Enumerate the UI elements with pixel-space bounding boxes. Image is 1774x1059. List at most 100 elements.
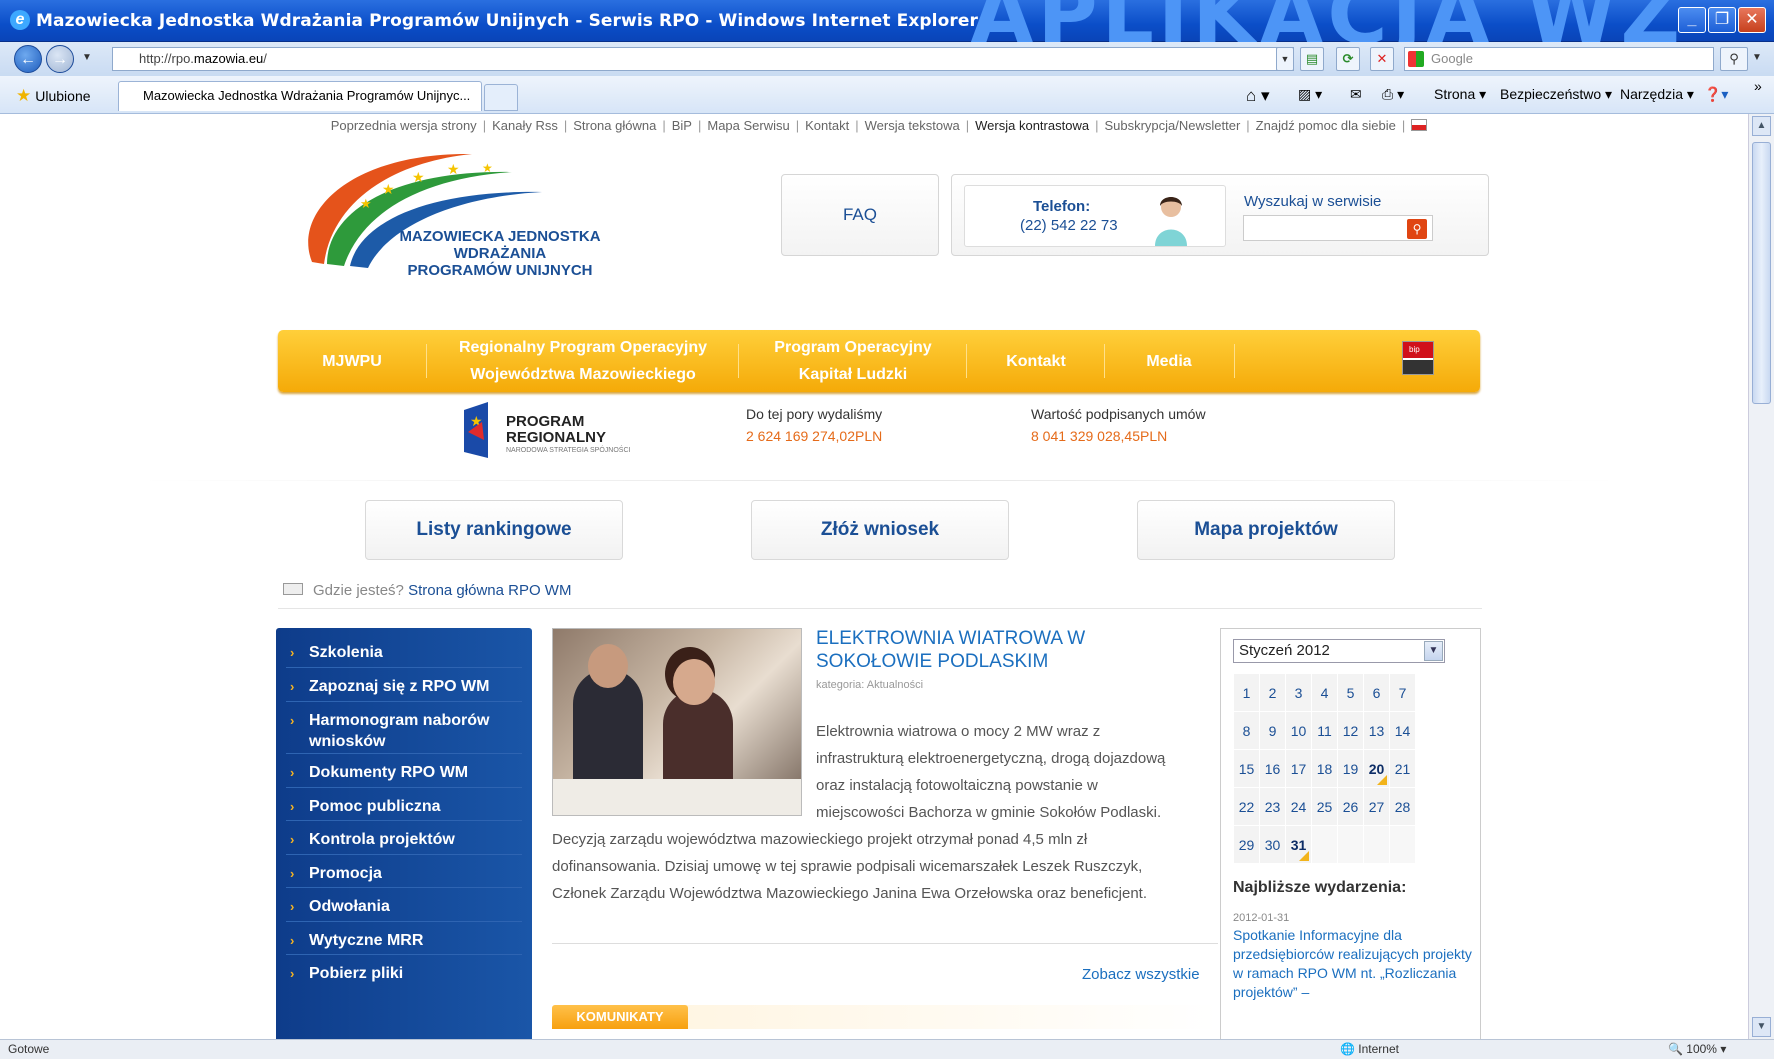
- calendar-day[interactable]: 23: [1259, 787, 1286, 826]
- top-link[interactable]: Mapa Serwisu: [707, 118, 789, 133]
- safety-menu[interactable]: Bezpieczeństwo ▾: [1500, 86, 1612, 103]
- faq-button[interactable]: FAQ: [781, 174, 939, 256]
- restore-button[interactable]: ❐: [1708, 7, 1736, 33]
- address-dropdown-icon[interactable]: ▼: [1276, 47, 1294, 71]
- mail-icon[interactable]: ✉: [1350, 86, 1362, 103]
- top-link[interactable]: BiP: [672, 118, 692, 133]
- month-select[interactable]: Styczeń 2012 ▼: [1233, 639, 1445, 663]
- site-search-input[interactable]: [1243, 215, 1433, 241]
- sidebar-item[interactable]: Pobierz pliki: [276, 963, 532, 984]
- scroll-up-icon[interactable]: ▲: [1752, 116, 1771, 136]
- stop-icon[interactable]: ✕: [1370, 47, 1394, 71]
- scroll-thumb[interactable]: [1752, 142, 1771, 404]
- calendar-day[interactable]: 24: [1285, 787, 1312, 826]
- top-link[interactable]: Subskrypcja/Newsletter: [1104, 118, 1240, 133]
- project-map-button[interactable]: Mapa projektów: [1137, 500, 1395, 560]
- calendar-day[interactable]: 6: [1363, 673, 1390, 712]
- announcements-tab[interactable]: KOMUNIKATY: [552, 1005, 688, 1029]
- calendar-day[interactable]: 2: [1259, 673, 1286, 712]
- back-button[interactable]: ←: [14, 45, 42, 73]
- calendar-day[interactable]: 28: [1389, 787, 1416, 826]
- calendar-day[interactable]: 10: [1285, 711, 1312, 750]
- calendar-day[interactable]: 7: [1389, 673, 1416, 712]
- calendar-day[interactable]: 3: [1285, 673, 1312, 712]
- menu-kontakt[interactable]: Kontakt: [968, 330, 1104, 392]
- calendar-day[interactable]: 18: [1311, 749, 1338, 788]
- new-tab-button[interactable]: [484, 84, 518, 111]
- calendar-day[interactable]: 20: [1363, 749, 1390, 788]
- calendar-day[interactable]: 17: [1285, 749, 1312, 788]
- sidebar-item[interactable]: Wytyczne MRR: [276, 930, 532, 951]
- search-icon[interactable]: ⚲: [1720, 47, 1748, 71]
- menu-rpo-wm[interactable]: Regionalny Program Operacyjny Województwa…: [428, 330, 738, 392]
- top-link[interactable]: Poprzednia wersja strony: [331, 118, 477, 133]
- top-link[interactable]: Wersja tekstowa: [865, 118, 960, 133]
- english-flag-icon[interactable]: [1411, 119, 1428, 131]
- calendar-day[interactable]: 25: [1311, 787, 1338, 826]
- sidebar-item[interactable]: Kontrola projektów: [276, 829, 532, 850]
- vertical-scrollbar[interactable]: ▲ ▼: [1748, 114, 1774, 1039]
- sidebar-item[interactable]: Szkolenia: [276, 642, 532, 663]
- sidebar-item[interactable]: Harmonogram naborów wniosków: [276, 710, 506, 752]
- calendar-day[interactable]: 22: [1233, 787, 1260, 826]
- address-input[interactable]: http://rpo.mazowia.eu/: [112, 47, 1294, 71]
- calendar-day[interactable]: 29: [1233, 825, 1260, 864]
- print-icon[interactable]: ⎙ ▾: [1382, 86, 1404, 103]
- breadcrumb-home-link[interactable]: Strona główna RPO WM: [408, 582, 571, 599]
- help-icon[interactable]: ❓▾: [1704, 86, 1728, 103]
- top-link[interactable]: Wersja kontrastowa: [975, 118, 1089, 133]
- calendar-day[interactable]: 4: [1311, 673, 1338, 712]
- site-search-button[interactable]: ⚲: [1407, 219, 1427, 239]
- top-link[interactable]: Znajdź pomoc dla siebie: [1256, 118, 1396, 133]
- history-dropdown-icon[interactable]: ▼: [82, 52, 92, 63]
- calendar-day[interactable]: 15: [1233, 749, 1260, 788]
- page-menu[interactable]: Strona ▾: [1434, 86, 1486, 103]
- sidebar-item[interactable]: Dokumenty RPO WM: [276, 762, 532, 783]
- search-options-icon[interactable]: ▼: [1752, 52, 1762, 63]
- calendar-day[interactable]: 27: [1363, 787, 1390, 826]
- close-button[interactable]: ✕: [1738, 7, 1766, 33]
- favorites-button[interactable]: ★ Ulubione: [16, 86, 91, 106]
- calendar-day[interactable]: 12: [1337, 711, 1364, 750]
- top-link[interactable]: Kanały Rss: [492, 118, 558, 133]
- sidebar-item[interactable]: Promocja: [276, 863, 532, 884]
- calendar-day[interactable]: 21: [1389, 749, 1416, 788]
- article-title[interactable]: ELEKTROWNIA WIATROWA W SOKOŁOWIE PODLASK…: [816, 627, 1156, 673]
- browser-tab[interactable]: Mazowiecka Jednostka Wdrażania Programów…: [118, 81, 482, 111]
- zoom-level[interactable]: 🔍 100% ▾: [1668, 1040, 1726, 1058]
- calendar-day[interactable]: 11: [1311, 711, 1338, 750]
- calendar-day[interactable]: 14: [1389, 711, 1416, 750]
- calendar-day[interactable]: 19: [1337, 749, 1364, 788]
- menu-po-kl[interactable]: Program Operacyjny Kapitał Ludzki: [740, 330, 966, 392]
- forward-button[interactable]: →: [46, 45, 74, 73]
- calendar-day[interactable]: 13: [1363, 711, 1390, 750]
- tools-menu[interactable]: Narzędzia ▾: [1620, 86, 1694, 103]
- calendar-day[interactable]: 9: [1259, 711, 1286, 750]
- calendar-day[interactable]: 16: [1259, 749, 1286, 788]
- scroll-down-icon[interactable]: ▼: [1752, 1017, 1771, 1037]
- calendar-day[interactable]: 30: [1259, 825, 1286, 864]
- see-all-link[interactable]: Zobacz wszystkie: [1082, 966, 1200, 983]
- sidebar-item[interactable]: Pomoc publiczna: [276, 796, 532, 817]
- calendar-day[interactable]: 5: [1337, 673, 1364, 712]
- top-link[interactable]: Strona główna: [573, 118, 656, 133]
- top-link[interactable]: Kontakt: [805, 118, 849, 133]
- calendar-day[interactable]: 31: [1285, 825, 1312, 864]
- calendar-day[interactable]: 8: [1233, 711, 1260, 750]
- ranking-lists-button[interactable]: Listy rankingowe: [365, 500, 623, 560]
- sidebar-item[interactable]: Zapoznaj się z RPO WM: [276, 676, 532, 697]
- calendar-day[interactable]: 26: [1337, 787, 1364, 826]
- feeds-icon[interactable]: ▨ ▾: [1298, 86, 1322, 103]
- bip-icon[interactable]: bip: [1402, 341, 1434, 375]
- calendar-day[interactable]: 1: [1233, 673, 1260, 712]
- menu-mjwpu[interactable]: MJWPU: [278, 330, 426, 392]
- compatibility-icon[interactable]: ▤: [1300, 47, 1324, 71]
- minimize-button[interactable]: _: [1678, 7, 1706, 33]
- menu-media[interactable]: Media: [1106, 330, 1232, 392]
- event-link[interactable]: Spotkanie Informacyjne dla przedsiębiorc…: [1233, 926, 1473, 1002]
- sidebar-item[interactable]: Odwołania: [276, 896, 532, 917]
- submit-application-button[interactable]: Złóż wniosek: [751, 500, 1009, 560]
- refresh-icon[interactable]: ⟳: [1336, 47, 1360, 71]
- chevron-right-icon[interactable]: »: [1754, 78, 1762, 94]
- home-icon[interactable]: ⌂ ▾: [1246, 86, 1270, 106]
